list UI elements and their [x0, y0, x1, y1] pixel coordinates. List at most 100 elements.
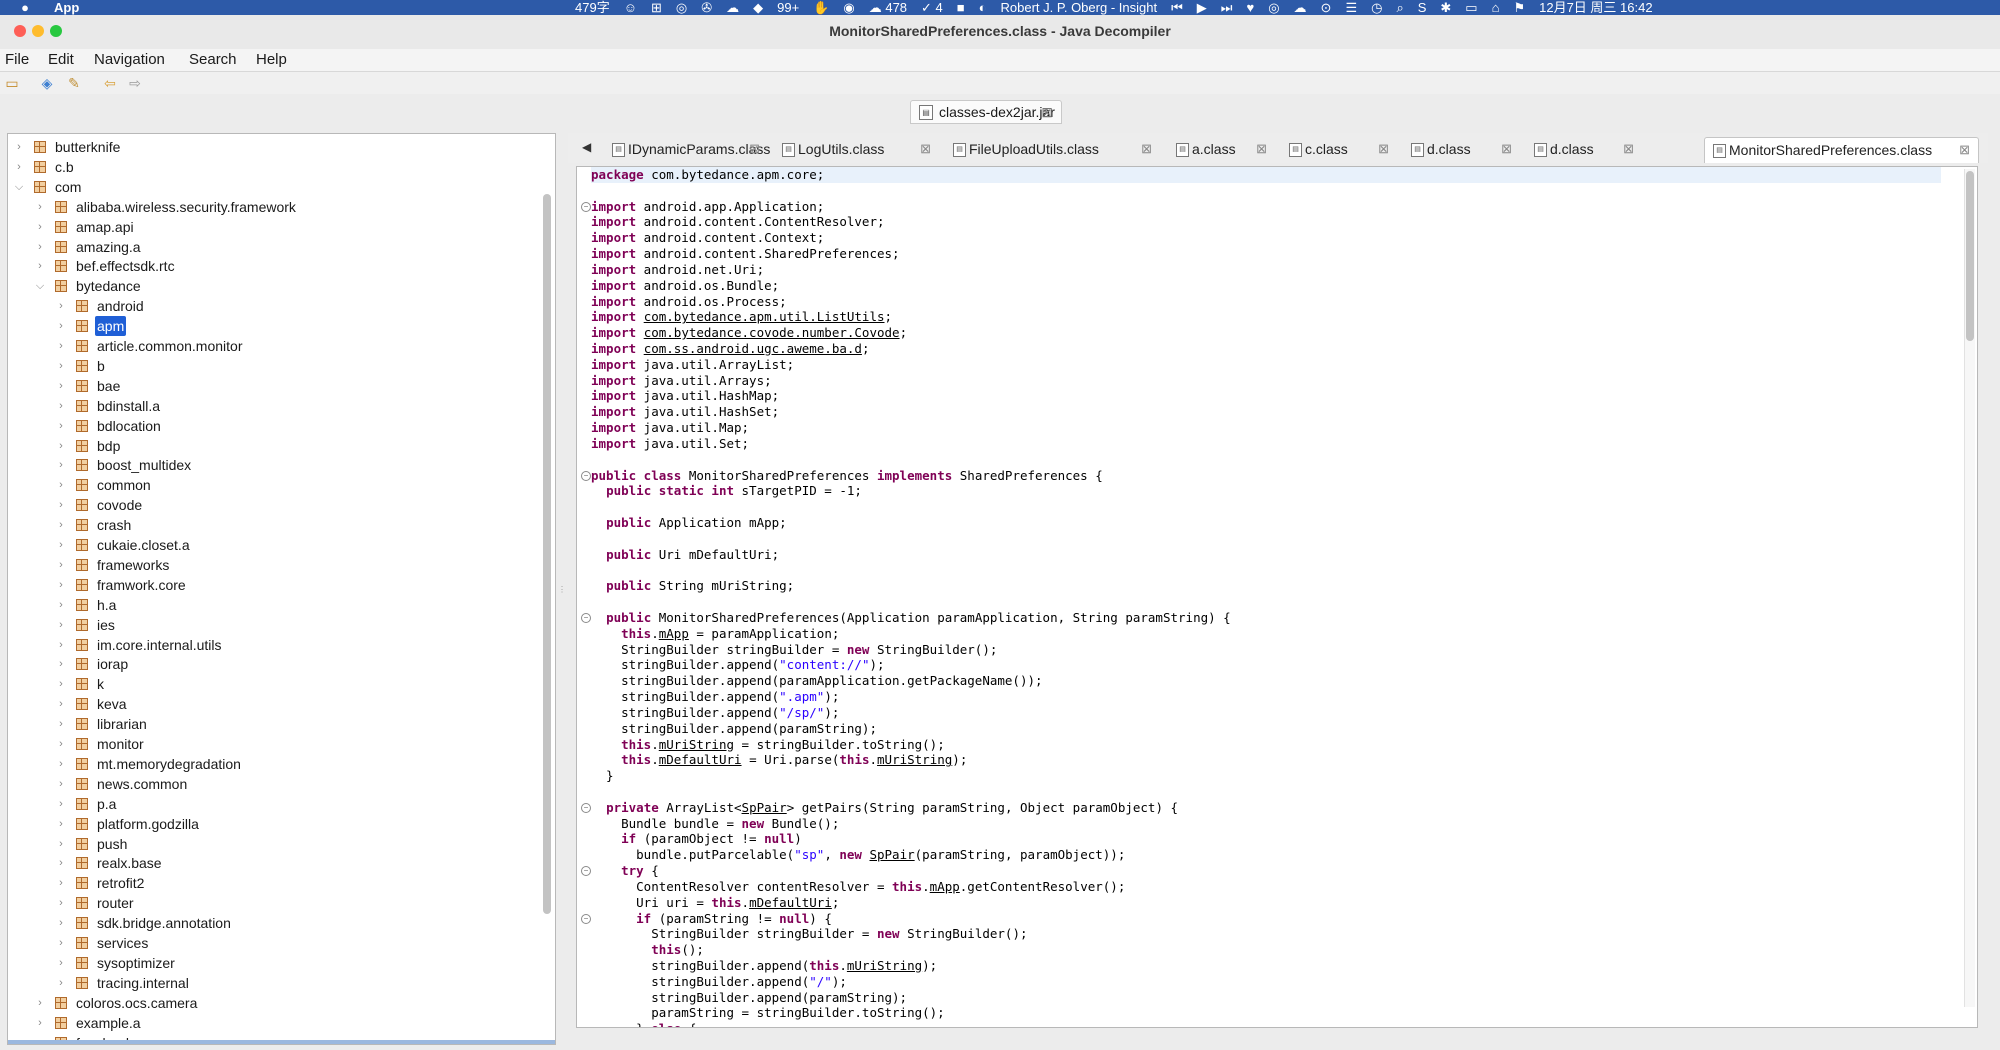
status-item[interactable]: ☺	[624, 0, 637, 15]
tree-item[interactable]: › article.common.monitor	[8, 336, 528, 356]
chevron-right-icon[interactable]: ›	[56, 535, 66, 555]
status-item[interactable]: ◎	[676, 0, 687, 15]
chevron-right-icon[interactable]: ›	[35, 256, 45, 276]
chevron-right-icon[interactable]: ›	[56, 575, 66, 595]
search-icon[interactable]: ✎	[65, 75, 83, 91]
tree-item[interactable]: › sysoptimizer	[8, 953, 528, 973]
tree-item[interactable]: › librarian	[8, 714, 528, 734]
tree-item[interactable]: › router	[8, 893, 528, 913]
chevron-right-icon[interactable]: ›	[56, 694, 66, 714]
chevron-right-icon[interactable]: ›	[35, 217, 45, 237]
chevron-right-icon[interactable]: ›	[56, 595, 66, 615]
tree-item[interactable]: › bae	[8, 376, 528, 396]
tree-item[interactable]: › retrofit2	[8, 873, 528, 893]
tree-item[interactable]: › amazing.a	[8, 237, 528, 257]
chevron-right-icon[interactable]: ›	[56, 475, 66, 495]
editor-tab[interactable]: ▤ a.class ⊠	[1168, 137, 1275, 163]
chevron-right-icon[interactable]: ›	[35, 197, 45, 217]
chevron-right-icon[interactable]: ›	[14, 157, 24, 177]
close-tab-icon[interactable]: ⊠	[1501, 137, 1512, 161]
chevron-right-icon[interactable]: ›	[56, 893, 66, 913]
chevron-right-icon[interactable]: ›	[56, 853, 66, 873]
chevron-right-icon[interactable]: ›	[56, 734, 66, 754]
status-item[interactable]: 479字	[575, 0, 610, 15]
close-tab-icon[interactable]: ⊠	[1256, 137, 1267, 161]
tree-item[interactable]: › example.a	[8, 1013, 528, 1033]
tree-item[interactable]: › bef.effectsdk.rtc	[8, 256, 528, 276]
status-item[interactable]: ◷	[1371, 0, 1382, 15]
tree-horizontal-scrollbar[interactable]	[8, 1040, 555, 1044]
tree-item[interactable]: › h.a	[8, 595, 528, 615]
chevron-right-icon[interactable]: ›	[56, 455, 66, 475]
chevron-right-icon[interactable]: ›	[56, 416, 66, 436]
status-item[interactable]: ☁	[1294, 0, 1307, 15]
fold-toggle-icon[interactable]: −	[581, 470, 591, 481]
open-type-icon[interactable]: ◈	[38, 75, 56, 91]
tree-item[interactable]: › mt.memorydegradation	[8, 754, 528, 774]
tree-item[interactable]: › keva	[8, 694, 528, 714]
chevron-right-icon[interactable]: ›	[56, 973, 66, 993]
code-link[interactable]: mDefaultUri	[659, 752, 742, 767]
menu-edit[interactable]: Edit	[48, 49, 74, 71]
close-tab-icon[interactable]: ⊠	[1959, 138, 1970, 162]
close-tab-icon[interactable]: ⊠	[1378, 137, 1389, 161]
chevron-right-icon[interactable]: ›	[56, 296, 66, 316]
chevron-right-icon[interactable]: ›	[56, 814, 66, 834]
fold-toggle-icon[interactable]: −	[581, 201, 591, 212]
code-editor[interactable]: − − − − − − package com.bytedance.apm.core; im…	[576, 166, 1978, 1028]
status-item[interactable]: ⏭	[1221, 0, 1233, 15]
tree-item[interactable]: › alibaba.wireless.security.framework	[8, 197, 528, 217]
tab-scroll-left-icon[interactable]: ◀	[582, 140, 591, 154]
menu-help[interactable]: Help	[256, 49, 287, 71]
chevron-right-icon[interactable]: ›	[14, 137, 24, 157]
chevron-right-icon[interactable]: ›	[56, 515, 66, 535]
status-item[interactable]: ▶	[1197, 0, 1207, 15]
status-item[interactable]: ■	[957, 0, 965, 15]
code-link[interactable]: mUriString	[847, 958, 922, 973]
open-folder-icon[interactable]: ▭	[3, 75, 21, 91]
status-item[interactable]: ⚑	[1513, 0, 1525, 15]
chevron-right-icon[interactable]: ›	[35, 993, 45, 1013]
status-item[interactable]: ⌕	[1396, 0, 1403, 15]
code-link[interactable]: com.ss.android.ugc.aweme.ba.d	[644, 341, 862, 356]
chevron-right-icon[interactable]: ›	[56, 356, 66, 376]
chevron-right-icon[interactable]: ›	[56, 376, 66, 396]
menu-search[interactable]: Search	[189, 49, 237, 71]
tree-item[interactable]: › framwork.core	[8, 575, 528, 595]
status-item[interactable]: 12月7日 周三 16:42	[1539, 0, 1652, 15]
tree-item[interactable]: › services	[8, 933, 528, 953]
chevron-right-icon[interactable]: ›	[56, 555, 66, 575]
chevron-right-icon[interactable]: ›	[56, 495, 66, 515]
tree-item[interactable]: › coloros.ocs.camera	[8, 993, 528, 1013]
status-item[interactable]: S	[1418, 0, 1427, 15]
chevron-down-icon[interactable]: ⌵	[35, 276, 45, 296]
tree-item[interactable]: › covode	[8, 495, 528, 515]
fold-toggle-icon[interactable]: −	[581, 802, 591, 813]
back-icon[interactable]: ⇦	[101, 75, 119, 91]
tree-item[interactable]: › cukaie.closet.a	[8, 535, 528, 555]
editor-tab[interactable]: ▤ FileUploadUtils.class ⊠	[945, 137, 1160, 163]
status-item[interactable]: 99+	[777, 0, 799, 15]
tree-item[interactable]: › tracing.internal	[8, 973, 528, 993]
chevron-right-icon[interactable]: ›	[56, 913, 66, 933]
tree-item[interactable]: ⌵ bytedance	[8, 276, 528, 296]
chevron-right-icon[interactable]: ›	[56, 774, 66, 794]
tree-item[interactable]: › k	[8, 674, 528, 694]
code-link[interactable]: mDefaultUri	[749, 895, 832, 910]
tree-item[interactable]: ⌵ com	[8, 177, 528, 197]
tree-item[interactable]: › p.a	[8, 794, 528, 814]
jar-file-tab[interactable]: ▤ classes-dex2jar.jar ⊠	[910, 100, 1062, 124]
code-link[interactable]: com.bytedance.apm.util.ListUtils	[644, 309, 885, 324]
editor-tab[interactable]: ▤ d.class ⊠	[1403, 137, 1520, 163]
status-item[interactable]: ⊞	[651, 0, 662, 15]
panel-splitter[interactable]: ⋮	[558, 585, 566, 595]
status-item[interactable]: ☰	[1345, 0, 1357, 15]
tree-item[interactable]: › common	[8, 475, 528, 495]
status-item[interactable]: ✋	[813, 0, 829, 15]
code-link[interactable]: mUriString	[659, 737, 734, 752]
status-item[interactable]: ✓ 4	[921, 0, 943, 15]
chevron-right-icon[interactable]: ›	[56, 615, 66, 635]
close-tab-icon[interactable]: ⊠	[1623, 137, 1634, 161]
editor-tab[interactable]: ▤ d.class ⊠	[1526, 137, 1642, 163]
status-item[interactable]: ⊙	[1321, 0, 1332, 15]
